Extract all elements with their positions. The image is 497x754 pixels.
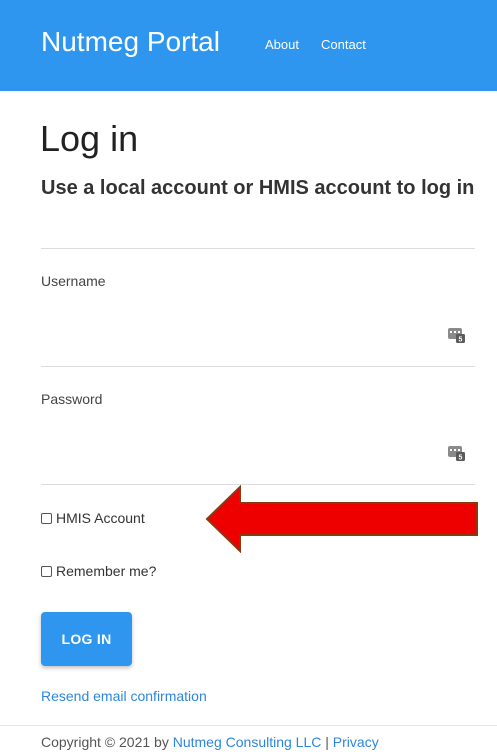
keyboard-icon[interactable]: 5 xyxy=(448,326,465,343)
privacy-link[interactable]: Privacy xyxy=(333,734,379,750)
hmis-account-label: HMIS Account xyxy=(56,510,145,526)
nav-about-link[interactable]: About xyxy=(265,37,299,52)
copyright-text: Copyright © 2021 by xyxy=(41,734,173,750)
password-label: Password xyxy=(41,391,103,407)
page-title: Log in xyxy=(40,118,139,159)
hmis-account-checkbox[interactable] xyxy=(41,512,52,524)
keyboard-icon[interactable]: 5 xyxy=(448,444,465,461)
password-field[interactable] xyxy=(41,439,475,467)
username-label: Username xyxy=(41,273,106,289)
page-subtitle: Use a local account or HMIS account to l… xyxy=(41,177,475,199)
svg-text:5: 5 xyxy=(459,337,463,344)
resend-email-confirmation-link[interactable]: Resend email confirmation xyxy=(41,688,207,704)
red-arrow-annotation xyxy=(205,485,478,553)
hmis-account-checkbox-row[interactable]: HMIS Account xyxy=(41,510,145,526)
login-button[interactable]: LOG IN xyxy=(41,612,132,666)
remember-me-label: Remember me? xyxy=(56,563,157,579)
section-divider xyxy=(41,248,475,249)
nav-contact-link[interactable]: Contact xyxy=(321,37,366,52)
username-field[interactable] xyxy=(41,321,475,349)
page: Nutmeg Portal About Contact Log in Use a… xyxy=(0,0,497,754)
svg-text:5: 5 xyxy=(459,455,463,462)
remember-me-checkbox[interactable] xyxy=(41,565,52,577)
remember-me-checkbox-row[interactable]: Remember me? xyxy=(41,563,156,579)
footer: Copyright © 2021 by Nutmeg Consulting LL… xyxy=(0,725,497,754)
brand-link[interactable]: Nutmeg Portal xyxy=(41,26,220,58)
footer-separator: | xyxy=(321,734,333,750)
username-underline xyxy=(41,366,475,367)
top-navbar: Nutmeg Portal About Contact xyxy=(0,0,497,91)
footer-copyright: Copyright © 2021 by Nutmeg Consulting LL… xyxy=(41,734,379,750)
company-link[interactable]: Nutmeg Consulting LLC xyxy=(173,734,322,750)
